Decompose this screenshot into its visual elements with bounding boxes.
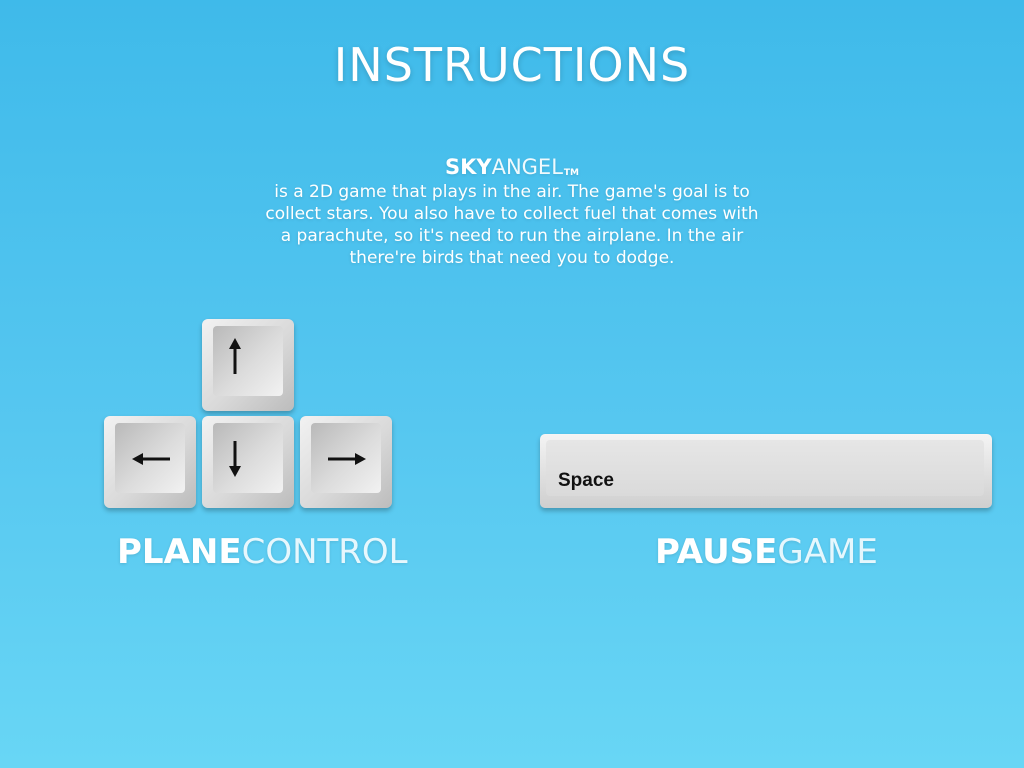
space-key: Space	[540, 434, 992, 508]
arrow-up-key	[202, 319, 294, 411]
logo-sky: SKY	[444, 155, 492, 179]
arrow-right-key	[300, 416, 392, 508]
game-description: is a 2D game that plays in the air. The …	[265, 182, 759, 268]
arrow-up-icon	[229, 338, 241, 374]
arrow-right-icon	[328, 453, 366, 465]
arrow-left-key	[104, 416, 196, 508]
plane-control-caption: PLANECONTROL	[117, 532, 408, 572]
trademark-mark: TM	[563, 168, 580, 178]
page-title: INSTRUCTIONS	[333, 38, 691, 92]
plane-control-strong: PLANE	[117, 532, 242, 572]
arrow-down-icon	[229, 441, 241, 477]
game-logo: SKYANGELTM	[0, 155, 1024, 179]
space-key-label: Space	[558, 470, 614, 491]
pause-game-light: GAME	[777, 532, 878, 572]
pause-game-strong: PAUSE	[655, 532, 778, 572]
arrow-left-icon	[132, 453, 170, 465]
arrow-down-key	[202, 416, 294, 508]
pause-game-caption: PAUSEGAME	[655, 532, 878, 572]
plane-control-light: CONTROL	[241, 532, 408, 572]
logo-angel: ANGEL	[491, 155, 563, 179]
